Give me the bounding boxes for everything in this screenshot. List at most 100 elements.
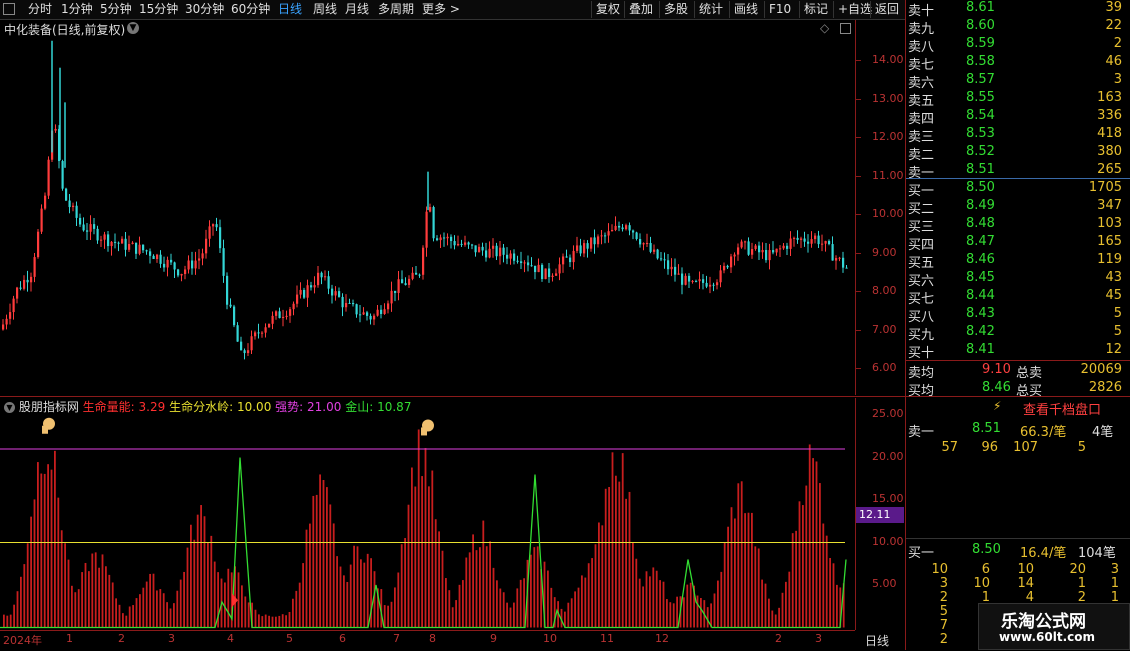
candle [485, 242, 488, 262]
ask-level-row[interactable]: 卖五 8.55 163 [906, 90, 1122, 109]
candle [128, 235, 131, 253]
energy-bar [179, 579, 182, 628]
ask-level-row[interactable]: 卖四 8.54 336 [906, 108, 1122, 127]
tab-more[interactable]: 更多 > [422, 1, 460, 18]
candle [474, 245, 477, 257]
ask-level-row[interactable]: 卖七 8.58 46 [906, 54, 1122, 73]
candle [422, 245, 425, 280]
ask-level-row[interactable]: 卖九 8.60 22 [906, 18, 1122, 37]
statistics-button[interactable]: 统计 [694, 1, 723, 18]
candle [775, 248, 778, 256]
candle [432, 205, 435, 242]
bid-level-row[interactable]: 买二 8.49 347 [906, 198, 1122, 217]
tab-5min[interactable]: 5分钟 [100, 1, 132, 18]
energy-bar [196, 514, 199, 628]
energy-bar [305, 529, 308, 628]
tab-15min[interactable]: 15分钟 [139, 1, 178, 18]
candle [380, 305, 383, 319]
candle [614, 216, 617, 232]
candle [366, 310, 369, 321]
tab-60min[interactable]: 60分钟 [231, 1, 270, 18]
bid-level-row[interactable]: 买五 8.46 119 [906, 252, 1122, 271]
bid-level-row[interactable]: 买九 8.42 5 [906, 324, 1122, 343]
ask-level-row[interactable]: 卖十 8.61 39 [906, 0, 1122, 19]
queue-cell: 2 [939, 590, 948, 605]
candle [243, 348, 246, 360]
multi-stock-button[interactable]: 多股 [659, 1, 688, 18]
add-favorite-button[interactable]: +自选 [833, 1, 872, 18]
candle [632, 229, 635, 240]
tab-weekly[interactable]: 周线 [313, 1, 337, 18]
tab-30min[interactable]: 30分钟 [185, 1, 224, 18]
restore-rights-button[interactable]: 复权 [591, 1, 620, 18]
energy-bar [407, 504, 410, 628]
bid-level-row[interactable]: 买七 8.44 45 [906, 288, 1122, 307]
window-icon[interactable] [3, 3, 15, 15]
level-label: 卖六 [908, 76, 935, 91]
level-volume: 119 [1097, 252, 1122, 267]
energy-bar [50, 469, 53, 628]
bid-level-row[interactable]: 买三 8.48 103 [906, 216, 1122, 235]
tab-1min[interactable]: 1分钟 [61, 1, 93, 18]
ask-level-row[interactable]: 卖六 8.57 3 [906, 72, 1122, 91]
ask-level-row[interactable]: 卖二 8.52 380 [906, 144, 1122, 163]
candle [677, 264, 680, 275]
bid-level-row[interactable]: 买十 8.41 12 [906, 342, 1122, 361]
energy-bar [213, 561, 216, 628]
overlay-button[interactable]: 叠加 [624, 1, 653, 18]
bid-level-row[interactable]: 买六 8.45 43 [906, 270, 1122, 289]
candle [107, 230, 110, 252]
back-button[interactable]: 返回 [870, 1, 899, 18]
candle [831, 236, 834, 261]
energy-bar [47, 464, 49, 628]
candle [516, 255, 519, 264]
view-thousand-level-button[interactable]: 查看千档盘口 [1023, 399, 1101, 418]
energy-bar [94, 552, 97, 628]
indicator-chart[interactable] [0, 398, 855, 630]
energy-bar [254, 609, 257, 628]
energy-bar [414, 486, 417, 628]
draw-line-button[interactable]: 画线 [729, 1, 758, 18]
ask-level-row[interactable]: 卖三 8.53 418 [906, 126, 1122, 145]
candle [842, 251, 845, 273]
candle [215, 217, 218, 231]
energy-bar [84, 562, 87, 628]
energy-bar [700, 598, 702, 628]
candle [327, 270, 330, 295]
candle [79, 213, 82, 228]
level-label: 买四 [908, 238, 935, 253]
energy-bar [67, 559, 70, 628]
candle [716, 279, 719, 290]
energy-bar [108, 574, 111, 628]
energy-bar [343, 575, 345, 628]
energy-bar [649, 576, 651, 628]
queue-cell: 6 [981, 562, 990, 577]
candle [796, 230, 799, 244]
level-price: 8.48 [966, 216, 995, 231]
tab-daily[interactable]: 日线 [278, 1, 302, 18]
candle [194, 251, 197, 275]
bid-level-row[interactable]: 买八 8.43 5 [906, 306, 1122, 325]
tab-monthly[interactable]: 月线 [345, 1, 369, 18]
candle [443, 232, 446, 247]
tab-multi-period[interactable]: 多周期 [378, 1, 414, 18]
candle [23, 275, 26, 291]
mark-button[interactable]: 标记 [799, 1, 828, 18]
price-tick: 12.00 [872, 130, 904, 143]
candlestick-chart[interactable] [0, 20, 855, 395]
candle [509, 250, 512, 265]
energy-bar [193, 539, 196, 628]
tab-fenshi[interactable]: 分时 [28, 1, 52, 18]
energy-bar [506, 602, 508, 628]
energy-bar [737, 483, 740, 628]
level-price: 8.55 [966, 90, 995, 105]
candle [803, 231, 806, 247]
f10-button[interactable]: F10 [764, 1, 791, 18]
bid-level-row[interactable]: 买一 8.50 1705 [906, 180, 1122, 199]
ask-level-row[interactable]: 卖八 8.59 2 [906, 36, 1122, 55]
bid-level-row[interactable]: 买四 8.47 165 [906, 234, 1122, 253]
energy-bar [159, 589, 162, 628]
energy-bar [438, 531, 440, 628]
candle [464, 235, 467, 247]
candle [751, 242, 754, 259]
